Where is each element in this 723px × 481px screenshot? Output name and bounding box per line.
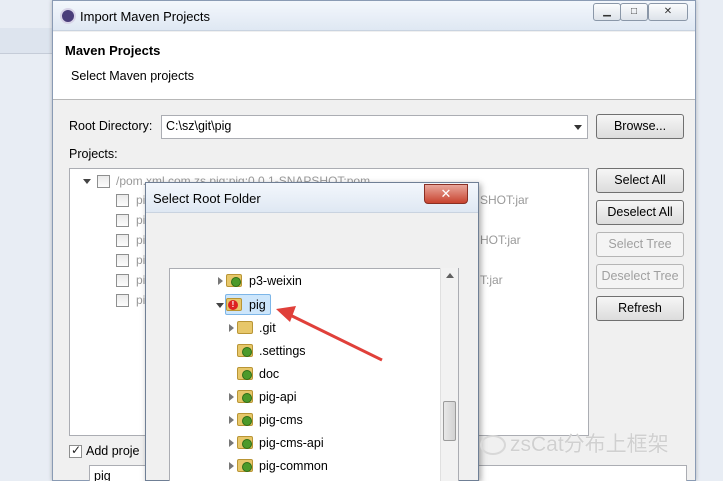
annotation-arrow (276, 306, 383, 362)
watermark-text: zsCat分布上框架 (510, 433, 669, 456)
wechat-icon (480, 435, 506, 456)
arrow-shaft (287, 312, 383, 362)
watermark: zsCat分布上框架 (480, 428, 710, 458)
arrow-head (276, 306, 296, 322)
screen: Import Maven Projects ▁ □ ✕ Maven Projec… (0, 0, 723, 481)
